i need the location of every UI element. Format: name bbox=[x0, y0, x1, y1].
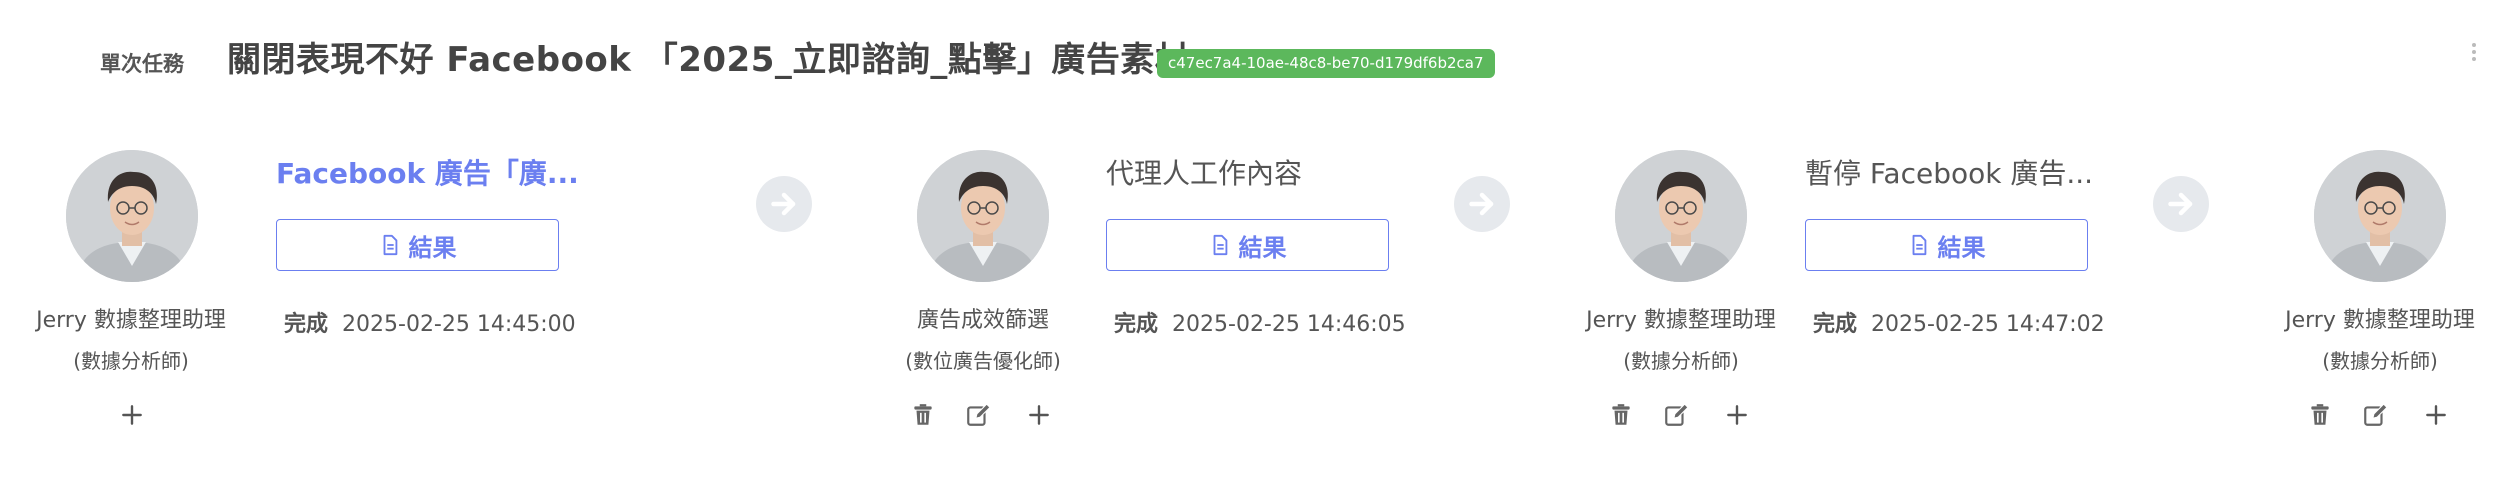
arrow-right-icon bbox=[766, 186, 802, 222]
delete-step-button[interactable] bbox=[2305, 400, 2335, 430]
edit-step-button[interactable] bbox=[963, 400, 993, 430]
add-step-button[interactable] bbox=[1024, 400, 1054, 430]
delete-step-button[interactable] bbox=[1606, 400, 1636, 430]
next-step-arrow bbox=[756, 176, 812, 232]
add-step-button[interactable] bbox=[2421, 400, 2451, 430]
edit-step-button[interactable] bbox=[2360, 400, 2390, 430]
next-step-arrow bbox=[2153, 176, 2209, 232]
agent-role: (數據分析師) bbox=[1623, 349, 1739, 373]
plus-icon bbox=[1026, 402, 1052, 428]
edit-icon bbox=[1663, 402, 1689, 428]
task-header: 單次任務 關閉表現不好 Facebook 「2025_立即諮詢_點擊」廣告素材 … bbox=[0, 0, 2516, 120]
edit-icon bbox=[965, 402, 991, 428]
job-title: 代理人工作內容 bbox=[1106, 157, 1303, 190]
trash-icon bbox=[910, 402, 936, 428]
task-id-badge: c47ec7a4-10ae-48c8-be70-d179df6b2ca7 bbox=[1157, 49, 1495, 78]
plus-icon bbox=[119, 402, 145, 428]
next-step-arrow bbox=[1454, 176, 1510, 232]
status-label: 完成 bbox=[284, 312, 329, 337]
document-icon bbox=[379, 234, 401, 256]
document-icon bbox=[1209, 234, 1231, 256]
status-time: 2025-02-25 14:47:02 bbox=[1871, 312, 2105, 337]
agent-role: (數據分析師) bbox=[73, 349, 189, 373]
agent-name: Jerry 數據整理助理 bbox=[36, 308, 226, 333]
arrow-right-icon bbox=[1464, 186, 1500, 222]
agent-avatar bbox=[917, 150, 1049, 282]
agent-avatar bbox=[1615, 150, 1747, 282]
job-title: 暫停 Facebook 廣告... bbox=[1805, 157, 2094, 190]
result-button[interactable]: 結果 bbox=[276, 219, 559, 271]
status-label: 完成 bbox=[1813, 312, 1858, 337]
add-step-button[interactable] bbox=[117, 400, 147, 430]
add-step-button[interactable] bbox=[1722, 400, 1752, 430]
job-title-link[interactable]: Facebook 廣告「廣... bbox=[276, 152, 579, 192]
agent-name: Jerry 數據整理助理 bbox=[1586, 308, 1776, 333]
step-status: 完成 2025-02-25 14:46:05 bbox=[1114, 306, 1406, 338]
status-time: 2025-02-25 14:45:00 bbox=[342, 312, 576, 337]
agent-name: Jerry 數據整理助理 bbox=[2285, 308, 2475, 333]
result-button-label: 結果 bbox=[408, 233, 457, 262]
edit-icon bbox=[2362, 402, 2388, 428]
more-vertical-icon[interactable] bbox=[2468, 40, 2480, 70]
agent-avatar bbox=[66, 150, 198, 282]
agent-role: (數據分析師) bbox=[2322, 349, 2438, 373]
step-status: 完成 2025-02-25 14:47:02 bbox=[1813, 306, 2105, 338]
result-button[interactable]: 結果 bbox=[1106, 219, 1389, 271]
status-time: 2025-02-25 14:46:05 bbox=[1172, 312, 1406, 337]
plus-icon bbox=[2423, 402, 2449, 428]
status-label: 完成 bbox=[1114, 312, 1159, 337]
plus-icon bbox=[1724, 402, 1750, 428]
document-icon bbox=[1908, 234, 1930, 256]
trash-icon bbox=[2307, 402, 2333, 428]
result-button[interactable]: 結果 bbox=[1805, 219, 2088, 271]
trash-icon bbox=[1608, 402, 1634, 428]
result-button-label: 結果 bbox=[1238, 233, 1287, 262]
task-title: 關閉表現不好 Facebook 「2025_立即諮詢_點擊」廣告素材 bbox=[227, 40, 1190, 80]
arrow-right-icon bbox=[2163, 186, 2199, 222]
result-button-label: 結果 bbox=[1937, 233, 1986, 262]
agent-role: (數位廣告優化師) bbox=[905, 349, 1061, 373]
edit-step-button[interactable] bbox=[1661, 400, 1691, 430]
delete-step-button[interactable] bbox=[908, 400, 938, 430]
agent-avatar bbox=[2314, 150, 2446, 282]
agent-name: 廣告成效篩選 bbox=[916, 308, 1049, 333]
step-status: 完成 2025-02-25 14:45:00 bbox=[284, 306, 576, 338]
task-type-label: 單次任務 bbox=[100, 52, 184, 76]
